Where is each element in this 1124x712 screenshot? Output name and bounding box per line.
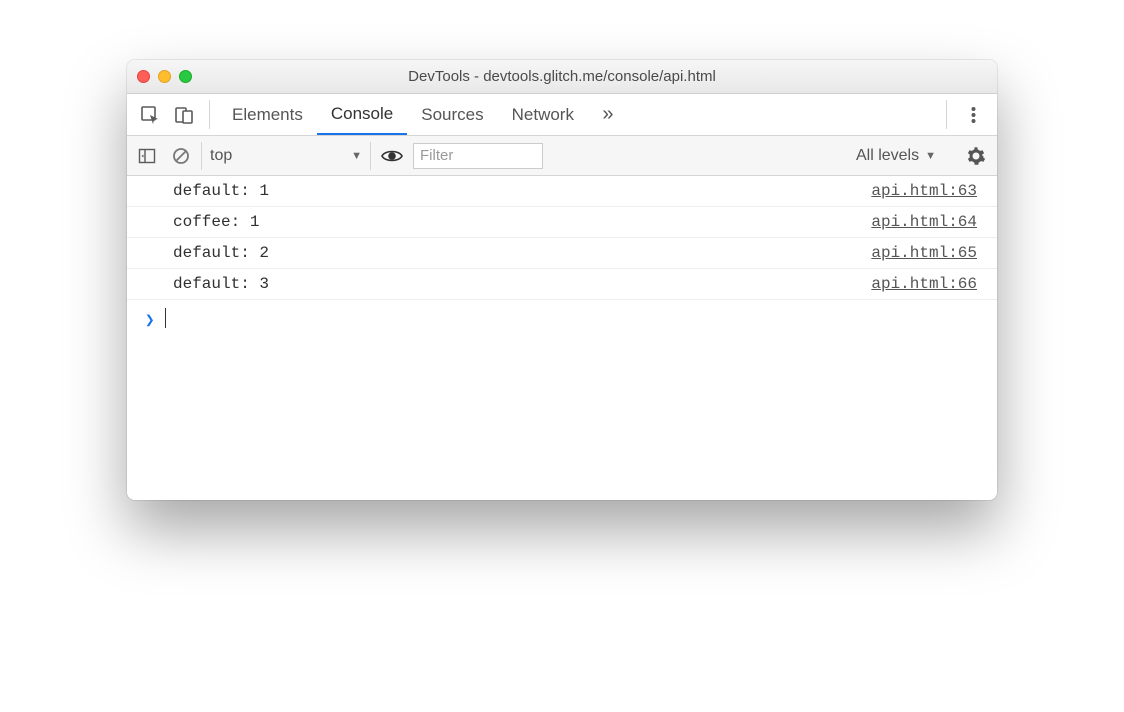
tab-sources[interactable]: Sources xyxy=(407,94,497,135)
toggle-sidebar-icon[interactable] xyxy=(133,142,161,170)
dropdown-triangle-icon: ▼ xyxy=(925,150,936,162)
devtools-window: DevTools - devtools.glitch.me/console/ap… xyxy=(127,60,997,500)
device-toolbar-icon[interactable] xyxy=(167,94,201,135)
source-link[interactable]: api.html:65 xyxy=(871,244,977,262)
minimize-window-button[interactable] xyxy=(158,70,171,83)
source-link[interactable]: api.html:63 xyxy=(871,182,977,200)
window-title: DevTools - devtools.glitch.me/console/ap… xyxy=(127,68,997,85)
log-levels-selector[interactable]: All levels ▼ xyxy=(856,147,936,165)
console-message: coffee: 1 xyxy=(173,213,259,231)
tab-network[interactable]: Network xyxy=(498,94,588,135)
text-cursor xyxy=(165,308,166,328)
console-message: default: 1 xyxy=(173,182,269,200)
divider xyxy=(946,100,947,129)
prompt-chevron-icon: ❯ xyxy=(145,308,155,330)
levels-label: All levels xyxy=(856,147,919,165)
console-prompt[interactable]: ❯ xyxy=(127,300,997,500)
inspect-element-icon[interactable] xyxy=(133,94,167,135)
console-output: default: 1 api.html:63 coffee: 1 api.htm… xyxy=(127,176,997,500)
more-tabs-label: » xyxy=(602,103,613,126)
console-row: default: 2 api.html:65 xyxy=(127,238,997,269)
live-expression-icon[interactable] xyxy=(377,149,407,163)
tab-elements[interactable]: Elements xyxy=(218,94,317,135)
dropdown-triangle-icon: ▼ xyxy=(351,150,362,162)
console-row: default: 3 api.html:66 xyxy=(127,269,997,300)
console-row: default: 1 api.html:63 xyxy=(127,176,997,207)
more-tabs-button[interactable]: » xyxy=(588,94,628,135)
console-toolbar: top ▼ All levels ▼ xyxy=(127,136,997,176)
panel-tabbar: Elements Console Sources Network » xyxy=(127,94,997,136)
console-row: coffee: 1 api.html:64 xyxy=(127,207,997,238)
tab-label: Elements xyxy=(232,105,303,125)
divider xyxy=(209,100,210,129)
close-window-button[interactable] xyxy=(137,70,150,83)
tab-label: Console xyxy=(331,104,393,124)
zoom-window-button[interactable] xyxy=(179,70,192,83)
settings-menu-icon[interactable] xyxy=(955,94,991,135)
spacer xyxy=(628,94,938,135)
console-settings-icon[interactable] xyxy=(961,146,991,166)
clear-console-icon[interactable] xyxy=(167,142,195,170)
source-link[interactable]: api.html:66 xyxy=(871,275,977,293)
tab-label: Sources xyxy=(421,105,483,125)
console-message: default: 2 xyxy=(173,244,269,262)
context-label: top xyxy=(210,147,232,165)
filter-input[interactable] xyxy=(413,143,543,169)
traffic-lights xyxy=(137,70,192,83)
source-link[interactable]: api.html:64 xyxy=(871,213,977,231)
tab-label: Network xyxy=(512,105,574,125)
tab-console[interactable]: Console xyxy=(317,94,407,135)
console-message: default: 3 xyxy=(173,275,269,293)
titlebar: DevTools - devtools.glitch.me/console/ap… xyxy=(127,60,997,94)
context-selector[interactable]: top ▼ xyxy=(201,142,371,170)
